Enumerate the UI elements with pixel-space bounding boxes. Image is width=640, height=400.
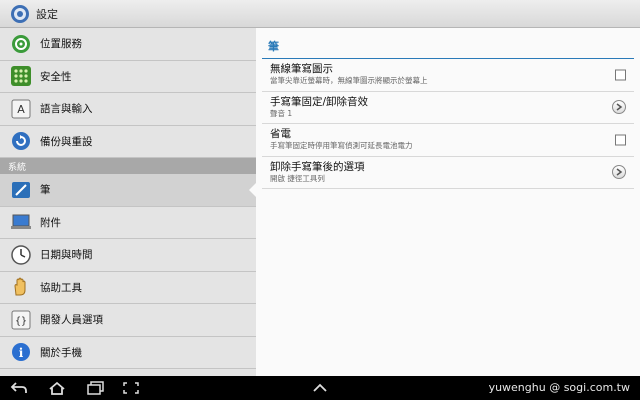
pref-subtitle: 聲音 1 <box>270 108 293 118</box>
wireless-pen-icon-checkbox[interactable] <box>615 69 626 81</box>
settings-icon[interactable] <box>10 4 30 24</box>
sidebar-item-about[interactable]: i 關於手機 <box>0 337 256 369</box>
pref-title: 省電 <box>270 128 291 141</box>
developer-braces-icon: {} <box>10 309 32 331</box>
sidebar-item-label: 附件 <box>40 216 61 229</box>
sidebar-item-label: 位置服務 <box>40 38 82 51</box>
pen-settings-panel: 筆 無線筆寫圖示 當筆尖靠近螢幕時，無線筆圖示將顯示於螢幕上 手寫筆固定/卸除音… <box>256 28 640 376</box>
chevron-right-icon[interactable] <box>612 165 626 180</box>
location-icon <box>10 33 32 55</box>
watermark: yuwenghu @ sogi.com.tw <box>488 381 630 394</box>
svg-text:i: i <box>19 346 24 360</box>
pref-title: 無線筆寫圖示 <box>270 63 333 76</box>
sidebar-item-datetime[interactable]: 日期與時間 <box>0 239 256 272</box>
hand-icon <box>10 276 32 298</box>
up-arrow-icon[interactable] <box>311 380 329 396</box>
power-saving-checkbox[interactable] <box>615 134 626 146</box>
sidebar-item-label: 語言與輸入 <box>40 103 93 116</box>
settings-sidebar: 位置服務 安全性 A 語言與輸入 備份與重設 系統 筆 附件 日期與時間 協助工… <box>0 28 256 376</box>
info-icon: i <box>10 341 32 363</box>
back-icon[interactable] <box>10 380 28 396</box>
page-title: 設定 <box>36 7 58 21</box>
sidebar-item-label: 關於手機 <box>40 346 82 359</box>
sidebar-item-label: 筆 <box>40 184 51 197</box>
accessory-icon <box>10 211 32 233</box>
pref-subtitle: 開啟 捷徑工具列 <box>270 173 325 183</box>
system-nav-bar: yuwenghu @ sogi.com.tw <box>0 376 640 400</box>
sidebar-item-location[interactable]: 位置服務 <box>0 28 256 61</box>
backup-icon <box>10 130 32 152</box>
section-title: 筆 <box>268 40 279 53</box>
pref-pen-sound[interactable]: 手寫筆固定/卸除音效 聲音 1 <box>262 92 634 124</box>
sidebar-item-label: 開發人員選項 <box>40 314 103 327</box>
sidebar-item-pen[interactable]: 筆 <box>0 174 256 207</box>
security-grid-icon <box>10 65 32 87</box>
sidebar-item-security[interactable]: 安全性 <box>0 61 256 93</box>
sidebar-item-developer[interactable]: {} 開發人員選項 <box>0 304 256 337</box>
sidebar-item-label: 備份與重設 <box>40 135 93 148</box>
pref-title: 手寫筆固定/卸除音效 <box>270 95 369 108</box>
recent-apps-icon[interactable] <box>86 380 104 396</box>
sidebar-item-label: 日期與時間 <box>40 249 93 262</box>
pen-icon <box>10 179 32 201</box>
sidebar-item-label: 安全性 <box>40 70 72 83</box>
svg-text:{}: {} <box>15 316 27 327</box>
sidebar-item-backup[interactable]: 備份與重設 <box>0 126 256 158</box>
pref-power-saving[interactable]: 省電 手寫筆固定時停用筆寫偵測可延長電池電力 <box>262 124 634 157</box>
home-icon[interactable] <box>48 380 66 396</box>
pref-subtitle: 當筆尖靠近螢幕時，無線筆圖示將顯示於螢幕上 <box>270 76 428 86</box>
pref-wireless-pen-icon[interactable]: 無線筆寫圖示 當筆尖靠近螢幕時，無線筆圖示將顯示於螢幕上 <box>262 59 634 92</box>
selection-pointer <box>249 182 256 198</box>
title-bar: 設定 <box>0 0 640 28</box>
pref-title: 卸除手寫筆後的選項 <box>270 160 365 173</box>
pref-pen-detach-option[interactable]: 卸除手寫筆後的選項 開啟 捷徑工具列 <box>262 157 634 189</box>
language-icon: A <box>10 98 32 120</box>
sidebar-item-language[interactable]: A 語言與輸入 <box>0 93 256 126</box>
screenshot-icon[interactable] <box>122 380 140 396</box>
sidebar-section-header: 系統 <box>0 158 256 174</box>
sidebar-item-label: 協助工具 <box>40 281 82 294</box>
pref-subtitle: 手寫筆固定時停用筆寫偵測可延長電池電力 <box>270 141 413 151</box>
sidebar-item-accessibility[interactable]: 協助工具 <box>0 272 256 304</box>
sidebar-item-accessory[interactable]: 附件 <box>0 207 256 239</box>
clock-icon <box>10 244 32 266</box>
chevron-right-icon[interactable] <box>612 100 626 115</box>
svg-text:A: A <box>17 103 25 116</box>
